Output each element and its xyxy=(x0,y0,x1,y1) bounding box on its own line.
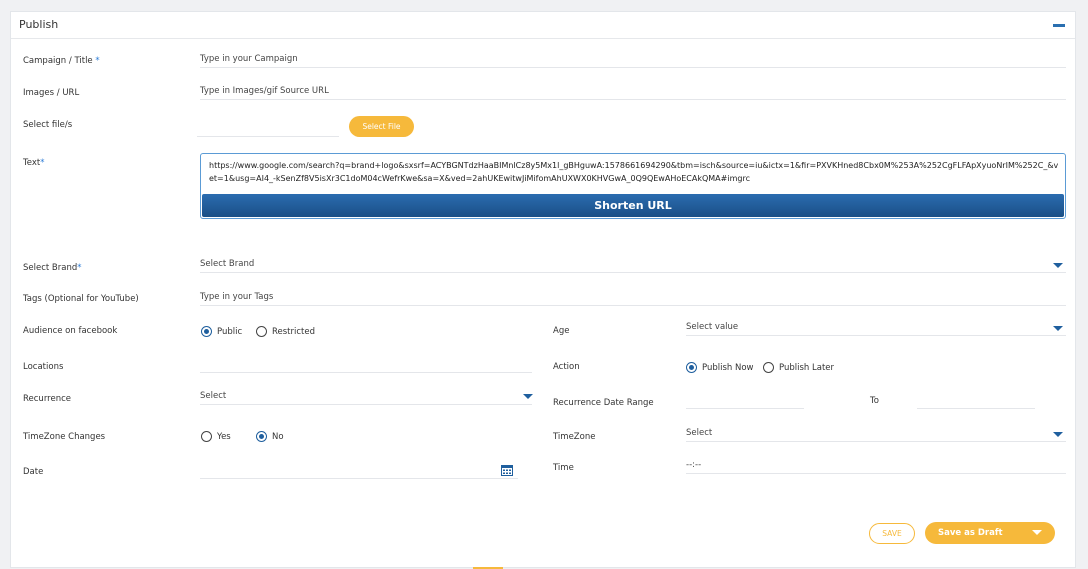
collapse-icon[interactable] xyxy=(1053,24,1065,27)
time-input[interactable]: --:-- xyxy=(686,460,1066,474)
text-label: Text* xyxy=(23,158,45,168)
text-area[interactable]: https://www.google.com/search?q=brand+lo… xyxy=(200,153,1066,219)
recurrence-range-label: Recurrence Date Range xyxy=(553,398,654,408)
publish-now-label: Publish Now xyxy=(702,363,754,373)
audience-restricted-radio[interactable] xyxy=(256,326,267,337)
recurrence-select[interactable]: Select xyxy=(200,391,532,405)
campaign-input[interactable]: Type in your Campaign xyxy=(200,54,1066,68)
brand-select[interactable]: Select Brand xyxy=(200,259,1066,273)
publish-panel: Publish Campaign / Title * Type in your … xyxy=(10,11,1076,569)
images-url-input[interactable]: Type in Images/gif Source URL xyxy=(200,86,1066,100)
recurrence-chevron-down-icon[interactable] xyxy=(523,394,533,399)
action-label: Action xyxy=(553,362,580,372)
brand-label: Select Brand* xyxy=(23,263,82,273)
age-label: Age xyxy=(553,326,570,336)
timezone-yes-label: Yes xyxy=(217,432,231,442)
audience-public-radio[interactable] xyxy=(201,326,212,337)
text-area-content: https://www.google.com/search?q=brand+lo… xyxy=(209,161,1059,183)
file-name-field xyxy=(197,123,339,137)
publish-now-radio[interactable] xyxy=(686,362,697,373)
recurrence-label: Recurrence xyxy=(23,394,71,404)
timezone-no-radio[interactable] xyxy=(256,431,267,442)
save-as-draft-button[interactable]: Save as Draft xyxy=(925,522,1055,544)
timezone-select[interactable]: Select xyxy=(686,428,1066,442)
range-end-input[interactable] xyxy=(917,395,1035,409)
panel-header: Publish xyxy=(11,12,1075,39)
range-start-input[interactable] xyxy=(686,395,804,409)
shorten-url-button[interactable]: Shorten URL xyxy=(202,194,1064,217)
timezone-no-label: No xyxy=(272,432,284,442)
audience-public-label: Public xyxy=(217,327,243,337)
select-file-label: Select file/s xyxy=(23,120,73,130)
publish-later-label: Publish Later xyxy=(779,363,835,373)
timezone-changes-label: TimeZone Changes xyxy=(23,432,106,442)
tags-input[interactable]: Type in your Tags xyxy=(200,292,1066,306)
panel-title: Publish xyxy=(19,18,59,31)
timezone-chevron-down-icon[interactable] xyxy=(1053,432,1063,437)
tags-label: Tags (Optional for YouTube) xyxy=(23,294,139,304)
publish-later-radio[interactable] xyxy=(763,362,774,373)
save-button[interactable]: SAVE xyxy=(869,523,915,544)
select-file-button[interactable]: Select File xyxy=(349,116,414,137)
age-select[interactable]: Select value xyxy=(686,322,1066,336)
locations-input[interactable] xyxy=(200,359,532,373)
brand-chevron-down-icon[interactable] xyxy=(1053,263,1063,268)
timezone-yes-radio[interactable] xyxy=(201,431,212,442)
time-label: Time xyxy=(553,463,574,473)
images-label: Images / URL xyxy=(23,88,80,98)
date-label: Date xyxy=(23,467,44,477)
age-chevron-down-icon[interactable] xyxy=(1053,326,1063,331)
audience-label: Audience on facebook xyxy=(23,326,118,336)
draft-chevron-down-icon[interactable] xyxy=(1032,530,1042,535)
range-to-label: To xyxy=(870,396,879,406)
timezone-label: TimeZone xyxy=(553,432,596,442)
audience-restricted-label: Restricted xyxy=(272,327,316,337)
date-input[interactable] xyxy=(200,465,518,479)
locations-label: Locations xyxy=(23,362,64,372)
save-as-draft-label: Save as Draft xyxy=(938,528,1003,538)
calendar-icon[interactable] xyxy=(501,464,513,476)
campaign-label: Campaign / Title * xyxy=(23,56,100,66)
